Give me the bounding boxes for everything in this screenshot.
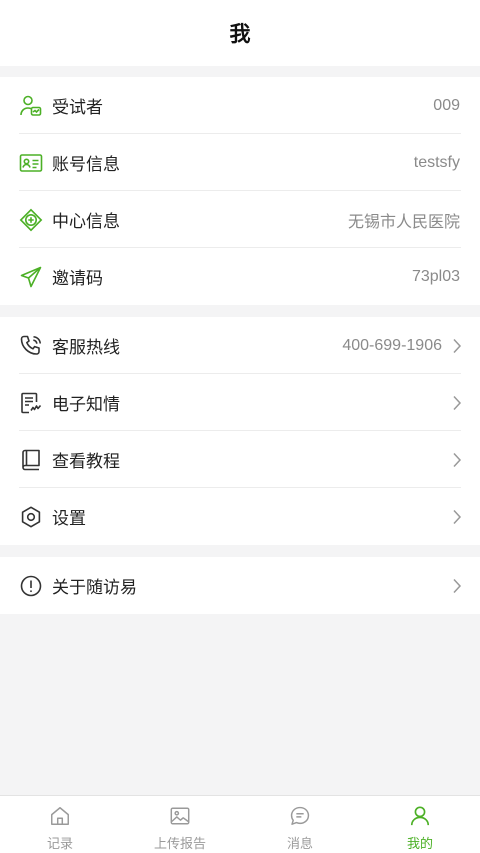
home-icon — [48, 804, 72, 828]
tab-messages[interactable]: 消息 — [240, 796, 360, 853]
row-center-info[interactable]: 中心信息 无锡市人民医院 — [0, 191, 480, 248]
row-label: 受试者 — [52, 98, 103, 117]
tab-label: 我的 — [406, 836, 433, 851]
row-value: 无锡市人民医院 — [347, 213, 460, 231]
tab-upload-report[interactable]: 上传报告 — [120, 796, 240, 853]
row-label: 中心信息 — [52, 212, 120, 231]
row-value: 009 — [433, 96, 460, 114]
chevron-right-icon — [452, 509, 462, 525]
row-value: 73pl03 — [411, 267, 460, 285]
chevron-right-icon — [452, 578, 462, 594]
bottom-tab-bar: 记录 上传报告 消息 我的 — [0, 795, 480, 853]
info-icon — [19, 574, 43, 598]
page-title: 我 — [229, 23, 251, 46]
top-bar: 我 — [0, 0, 480, 66]
row-settings[interactable]: 设置 — [0, 488, 480, 545]
medical-center-icon — [19, 208, 43, 232]
row-subject[interactable]: 受试者 009 — [0, 77, 480, 134]
account-info-group: 受试者 009 账号信息 testsfy 中心信息 无锡市人民医院 邀请码 73… — [0, 77, 480, 305]
row-account-info[interactable]: 账号信息 testsfy — [0, 134, 480, 191]
signature-doc-icon — [19, 391, 43, 415]
paper-plane-icon — [19, 265, 43, 289]
chevron-right-icon — [452, 338, 462, 354]
row-about[interactable]: 关于随访易 — [0, 557, 480, 614]
tab-label: 消息 — [286, 836, 313, 851]
tab-label: 上传报告 — [153, 836, 206, 851]
row-e-consent[interactable]: 电子知情 — [0, 374, 480, 431]
message-icon — [288, 804, 312, 828]
chevron-right-icon — [452, 452, 462, 468]
book-icon — [19, 448, 43, 472]
subject-icon — [19, 94, 43, 118]
row-label: 查看教程 — [52, 452, 120, 471]
row-value: testsfy — [413, 153, 460, 171]
phone-icon — [19, 334, 43, 358]
settings-icon — [19, 505, 43, 529]
service-group: 客服热线 400-699-1906 电子知情 查看教程 设置 — [0, 317, 480, 545]
row-hotline[interactable]: 客服热线 400-699-1906 — [0, 317, 480, 374]
row-label: 客服热线 — [52, 338, 120, 357]
tab-mine[interactable]: 我的 — [360, 796, 480, 853]
about-group: 关于随访易 — [0, 557, 480, 614]
profile-icon — [408, 804, 432, 828]
chevron-right-icon — [452, 395, 462, 411]
tab-label: 记录 — [46, 836, 73, 851]
image-upload-icon — [168, 804, 192, 828]
row-invite-code[interactable]: 邀请码 73pl03 — [0, 248, 480, 305]
row-label: 电子知情 — [52, 395, 120, 414]
row-tutorial[interactable]: 查看教程 — [0, 431, 480, 488]
id-card-icon — [19, 151, 43, 175]
row-label: 设置 — [52, 509, 86, 528]
row-label: 关于随访易 — [52, 578, 137, 597]
row-label: 账号信息 — [52, 155, 120, 174]
row-label: 邀请码 — [52, 269, 103, 288]
row-value: 400-699-1906 — [342, 336, 442, 354]
tab-records[interactable]: 记录 — [0, 796, 120, 853]
